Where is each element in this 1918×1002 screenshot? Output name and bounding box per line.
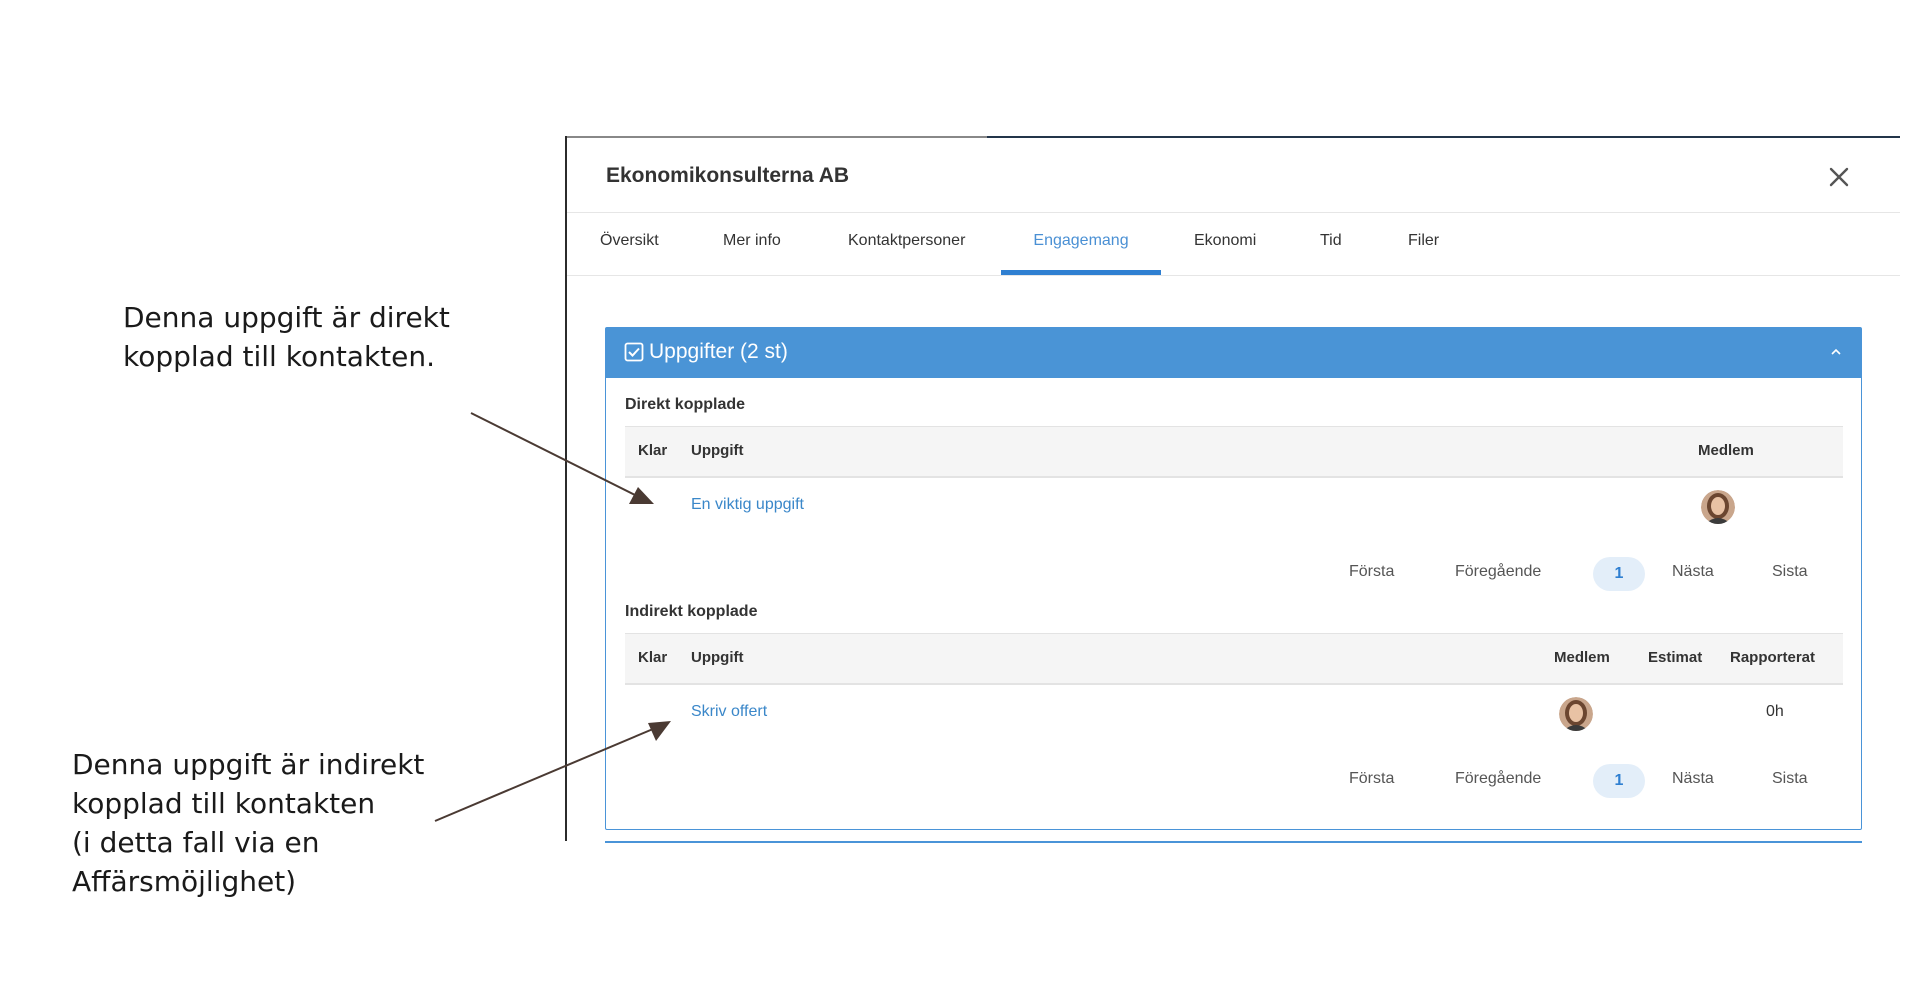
tab-mer-info[interactable]: Mer info — [723, 213, 781, 275]
direct-pagination: Första Föregående 1 Nästa Sista — [606, 557, 1861, 591]
annotation-line: kopplad till kontakten — [72, 787, 376, 820]
annotation-line: Denna uppgift är indirekt — [72, 748, 425, 781]
column-medlem: Medlem — [1698, 442, 1754, 459]
tab-ekonomi[interactable]: Ekonomi — [1194, 213, 1256, 275]
tab-filer[interactable]: Filer — [1408, 213, 1439, 275]
page-first[interactable]: Första — [1349, 563, 1394, 581]
direct-section-label: Direkt kopplade — [625, 396, 746, 413]
avatar-icon[interactable] — [1701, 490, 1735, 524]
page-next[interactable]: Nästa — [1672, 770, 1714, 788]
column-estimat: Estimat — [1648, 649, 1703, 666]
dialog-header: Ekonomikonsulterna AB — [567, 138, 1900, 213]
direct-table-header: Klar Uppgift Medlem — [625, 426, 1843, 478]
annotation-direct: Denna uppgift är direkt kopplad till kon… — [123, 298, 450, 376]
panel-bottom-divider — [605, 841, 1862, 843]
indirect-table-header: Klar Uppgift Medlem Estimat Rapporterat — [625, 633, 1843, 685]
page-first[interactable]: Första — [1349, 770, 1394, 788]
page-current[interactable]: 1 — [1593, 764, 1645, 798]
indirect-pagination: Första Föregående 1 Nästa Sista — [606, 764, 1861, 798]
annotation-line: kopplad till kontakten. — [123, 340, 436, 373]
annotation-line: Affärsmöjlighet) — [72, 865, 297, 898]
column-klar: Klar — [638, 442, 668, 459]
chevron-up-icon[interactable] — [1829, 345, 1843, 359]
avatar-icon[interactable] — [1559, 697, 1593, 731]
page-last[interactable]: Sista — [1772, 563, 1808, 581]
tasks-panel-title: Uppgifter (2 st) — [649, 340, 788, 363]
column-klar: Klar — [638, 649, 668, 666]
column-uppgift: Uppgift — [691, 649, 744, 666]
tab-tid[interactable]: Tid — [1320, 213, 1342, 275]
annotation-line: (i detta fall via en — [72, 826, 320, 859]
annotation-indirect: Denna uppgift är indirekt kopplad till k… — [72, 745, 424, 901]
company-dialog: Ekonomikonsulterna AB Översikt Mer info … — [567, 138, 1900, 843]
page-current[interactable]: 1 — [1593, 557, 1645, 591]
task-link[interactable]: Skriv offert — [691, 703, 767, 721]
dialog-title: Ekonomikonsulterna AB — [606, 164, 850, 187]
tab-kontaktpersoner[interactable]: Kontaktpersoner — [848, 213, 965, 275]
close-icon[interactable] — [1827, 165, 1851, 189]
column-uppgift: Uppgift — [691, 442, 744, 459]
page-last[interactable]: Sista — [1772, 770, 1808, 788]
page-previous[interactable]: Föregående — [1455, 770, 1541, 788]
tab-oversikt[interactable]: Översikt — [600, 213, 659, 275]
tab-bar: Översikt Mer info Kontaktpersoner Engage… — [567, 213, 1900, 276]
tab-engagemang[interactable]: Engagemang — [1001, 213, 1161, 275]
tasks-panel-header[interactable]: Uppgifter (2 st) — [606, 328, 1861, 378]
column-medlem: Medlem — [1554, 649, 1610, 666]
checkbox-icon — [624, 342, 644, 362]
task-link[interactable]: En viktig uppgift — [691, 496, 804, 514]
column-rapporterat: Rapporterat — [1730, 649, 1816, 666]
indirect-section-label: Indirekt kopplade — [625, 603, 758, 620]
page-previous[interactable]: Föregående — [1455, 563, 1541, 581]
annotation-line: Denna uppgift är direkt — [123, 301, 450, 334]
reported-cell: 0h — [1766, 703, 1784, 720]
tasks-panel: Uppgifter (2 st) Direkt kopplade Klar Up… — [605, 327, 1862, 830]
page-next[interactable]: Nästa — [1672, 563, 1714, 581]
